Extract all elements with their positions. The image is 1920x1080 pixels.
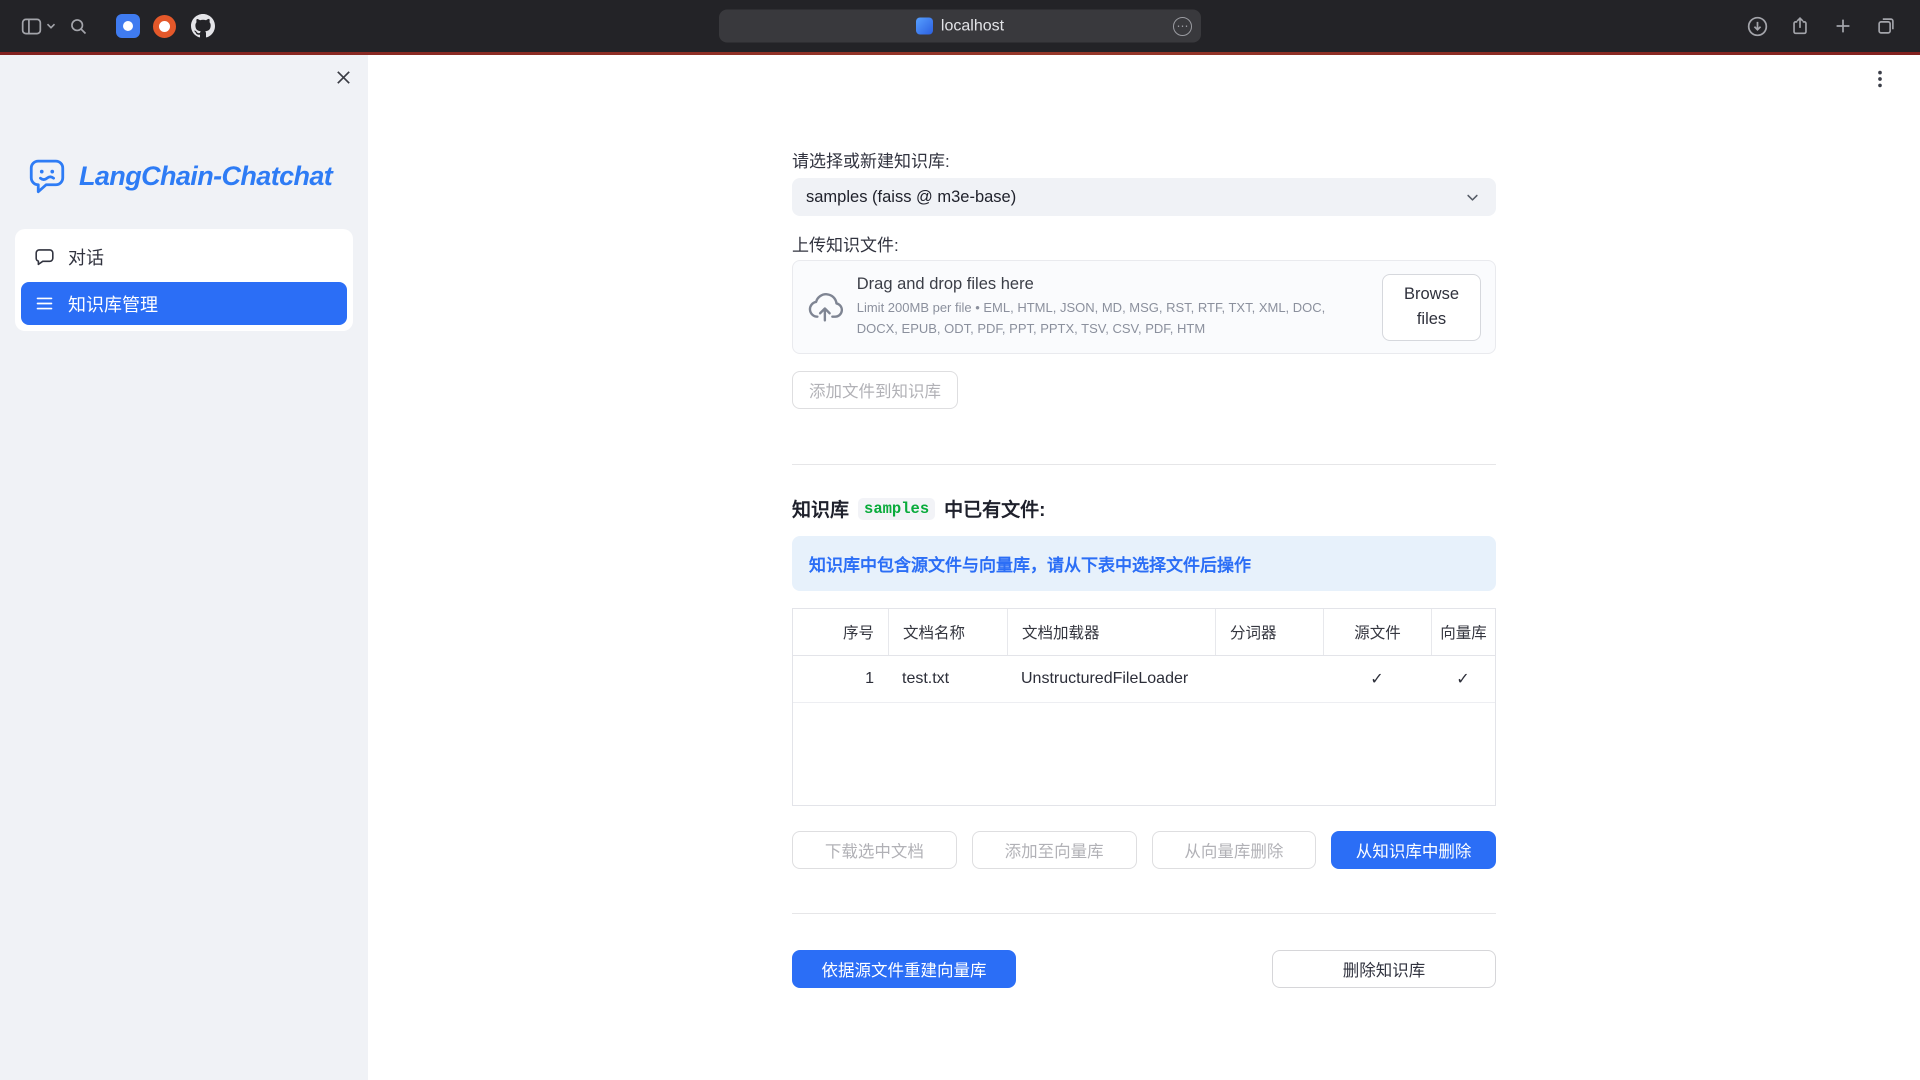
tabs-icon	[1875, 15, 1897, 37]
file-dropzone[interactable]: Drag and drop files here Limit 200MB per…	[792, 260, 1496, 354]
cell-loader: UnstructuredFileLoader	[1007, 656, 1215, 702]
files-title-suffix: 中已有文件:	[944, 495, 1045, 522]
extensions-badge[interactable]: ⋯	[1173, 17, 1192, 36]
table-header-index: 序号	[793, 609, 888, 655]
app-menu-button[interactable]	[1866, 65, 1894, 93]
logo-chat-icon	[26, 155, 68, 197]
tab-overview-button[interactable]	[1872, 11, 1900, 41]
download-button[interactable]	[1743, 11, 1771, 41]
table-header-name: 文档名称	[888, 609, 1007, 655]
page-column: 请选择或新建知识库: samples (faiss @ m3e-base) 上传…	[792, 55, 1496, 988]
dropzone-title: Drag and drop files here	[857, 275, 1368, 294]
dropzone-hint: Limit 200MB per file • EML, HTML, JSON, …	[857, 298, 1368, 338]
toolbar-left	[20, 11, 217, 41]
files-title: 知识库 samples 中已有文件:	[792, 495, 1496, 522]
table-row[interactable]: 1 test.txt UnstructuredFileLoader ✓ ✓	[793, 656, 1495, 703]
delete-from-vectorstore-button[interactable]: 从向量库删除	[1152, 831, 1317, 869]
address-bar[interactable]: localhost ⋯	[719, 10, 1201, 43]
kebab-menu-icon	[1869, 68, 1891, 90]
cell-splitter	[1215, 656, 1323, 702]
cell-vector-check: ✓	[1431, 656, 1495, 702]
kb-select-label: 请选择或新建知识库:	[792, 151, 1496, 172]
add-files-button[interactable]: 添加文件到知识库	[792, 371, 958, 409]
sidebar-nav: 对话 知识库管理	[15, 229, 353, 331]
select-chevron-icon	[1463, 188, 1482, 207]
browse-files-button[interactable]: Browse files	[1382, 274, 1481, 341]
dropzone-text: Drag and drop files here Limit 200MB per…	[857, 275, 1368, 338]
github-extension-button[interactable]	[189, 11, 217, 41]
table-header-splitter: 分词器	[1215, 609, 1323, 655]
kb-action-buttons: 依据源文件重建向量库 删除知识库	[792, 950, 1496, 988]
cell-doc-name: test.txt	[888, 656, 1007, 702]
files-table: 序号 文档名称 文档加载器 分词器 源文件 向量库 1 test.txt Uns…	[792, 608, 1496, 806]
toolbar-right	[1743, 11, 1900, 41]
logo-text: LangChain-Chatchat	[79, 161, 332, 192]
add-to-vectorstore-button[interactable]: 添加至向量库	[972, 831, 1137, 869]
kb-selectbox[interactable]: samples (faiss @ m3e-base)	[792, 178, 1496, 216]
sidebar-panel-icon	[20, 15, 43, 38]
download-selected-button[interactable]: 下载选中文档	[792, 831, 957, 869]
search-icon	[68, 16, 89, 37]
cell-index: 1	[793, 656, 888, 702]
table-header-row: 序号 文档名称 文档加载器 分词器 源文件 向量库	[793, 609, 1495, 656]
kb-selected-value: samples (faiss @ m3e-base)	[806, 188, 1016, 207]
search-button[interactable]	[64, 11, 92, 41]
app-logo: LangChain-Chatchat	[26, 155, 368, 197]
close-sidebar-button[interactable]	[330, 64, 356, 90]
address-text: localhost	[941, 17, 1004, 35]
info-text: 知识库中包含源文件与向量库，请从下表中选择文件后操作	[809, 551, 1251, 576]
kb-name-code: samples	[858, 498, 935, 520]
sidebar-item-chat[interactable]: 对话	[21, 235, 347, 278]
browser-window: localhost ⋯	[0, 0, 1920, 1080]
orange-extension-icon[interactable]	[153, 15, 176, 38]
close-icon	[334, 68, 353, 87]
cloud-upload-icon	[807, 289, 843, 325]
cell-source-check: ✓	[1323, 656, 1431, 702]
app-sidebar: LangChain-Chatchat 对话 知识库管理	[0, 55, 368, 1080]
sidebar-item-kb-management[interactable]: 知识库管理	[21, 282, 347, 325]
knowledge-base-icon	[34, 293, 55, 314]
share-icon	[1789, 15, 1811, 37]
upload-label: 上传知识文件:	[792, 235, 1496, 256]
site-favicon	[916, 18, 933, 35]
rebuild-vectorstore-button[interactable]: 依据源文件重建向量库	[792, 950, 1016, 988]
chevron-down-icon	[46, 22, 56, 30]
files-title-prefix: 知识库	[792, 495, 849, 522]
info-banner: 知识库中包含源文件与向量库，请从下表中选择文件后操作	[792, 536, 1496, 591]
table-header-source: 源文件	[1323, 609, 1431, 655]
new-tab-button[interactable]	[1829, 11, 1857, 41]
share-button[interactable]	[1786, 11, 1814, 41]
delete-kb-button[interactable]: 删除知识库	[1272, 950, 1496, 988]
section-divider	[792, 913, 1496, 914]
chat-bubble-icon	[34, 246, 55, 267]
plus-icon	[1832, 15, 1854, 37]
extension-icons	[116, 11, 217, 41]
table-action-buttons: 下载选中文档 添加至向量库 从向量库删除 从知识库中删除	[792, 831, 1496, 869]
sidebar-item-label: 知识库管理	[68, 291, 158, 317]
table-header-loader: 文档加载器	[1007, 609, 1215, 655]
delete-from-kb-button[interactable]: 从知识库中删除	[1331, 831, 1496, 869]
main-content: 请选择或新建知识库: samples (faiss @ m3e-base) 上传…	[368, 55, 1920, 1080]
table-header-vector: 向量库	[1431, 609, 1495, 655]
download-icon	[1746, 15, 1769, 38]
section-divider	[792, 464, 1496, 465]
github-icon	[191, 14, 215, 38]
sidebar-item-label: 对话	[68, 244, 104, 270]
app-area: LangChain-Chatchat 对话 知识库管理 请选择或新建知识库:	[0, 55, 1920, 1080]
browser-chrome: localhost ⋯	[0, 0, 1920, 52]
blue-extension-icon[interactable]	[116, 14, 140, 38]
sidebar-toggle-button[interactable]	[20, 11, 56, 41]
